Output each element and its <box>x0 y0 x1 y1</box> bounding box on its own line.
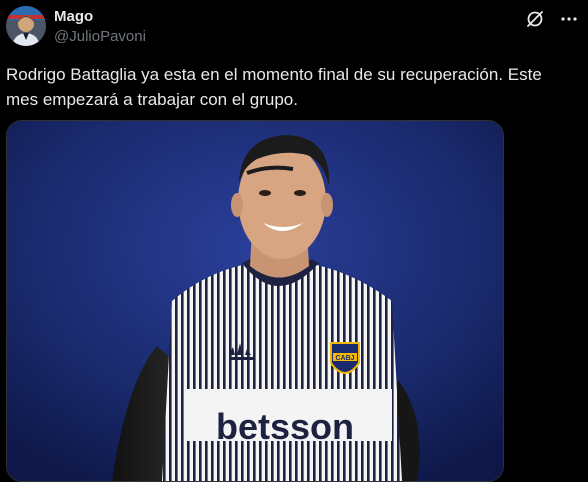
grok-icon <box>527 11 543 27</box>
author-handle[interactable]: @JulioPavoni <box>54 28 146 45</box>
author-name[interactable]: Mago <box>54 8 93 25</box>
club-crest: CABJ <box>330 342 360 374</box>
avatar[interactable] <box>6 6 46 46</box>
avatar-image <box>6 6 46 46</box>
more-icon <box>561 17 577 21</box>
grok-button[interactable] <box>522 6 548 32</box>
more-button[interactable] <box>556 6 582 32</box>
sponsor-text: betsson <box>216 406 354 447</box>
tweet-photo[interactable]: CABJ betsson <box>6 120 504 482</box>
crest-text: CABJ <box>335 355 354 362</box>
tweet: Mago @JulioPavoni Rodrigo Battaglia ya e… <box>0 0 588 482</box>
player-photo: CABJ betsson <box>7 121 503 481</box>
shirt <box>162 263 402 481</box>
tweet-text: Rodrigo Battaglia ya esta en el momento … <box>6 65 542 109</box>
